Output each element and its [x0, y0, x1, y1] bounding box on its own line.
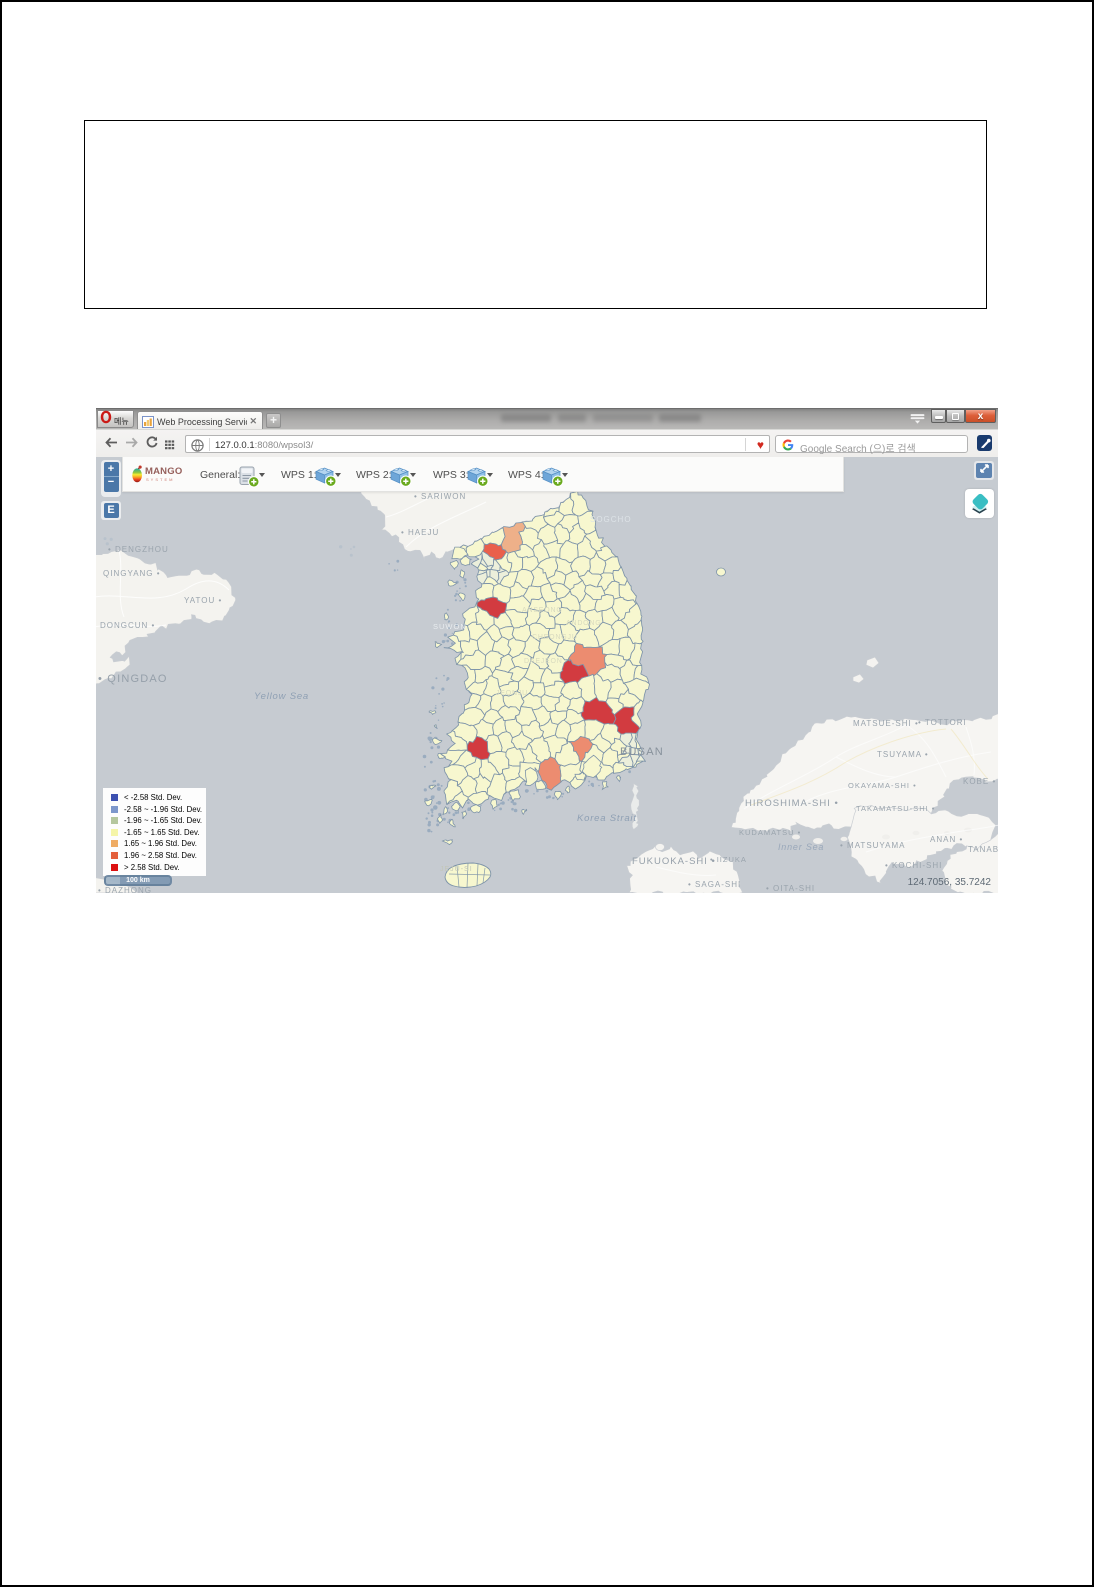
svg-text:JEONJU: JEONJU: [496, 690, 528, 697]
svg-text:TAKAMATSU-SHI •: TAKAMATSU-SHI •: [856, 804, 935, 813]
svg-text:TANABE •: TANABE •: [968, 845, 998, 854]
svg-text:• TOTTORI: • TOTTORI: [918, 718, 967, 727]
svg-text:Yellow Sea: Yellow Sea: [254, 691, 309, 702]
svg-text:CHEONGJU: CHEONGJU: [532, 634, 578, 641]
svg-text:• DENGZHOU: • DENGZHOU: [108, 545, 169, 554]
svg-text:KOBE •: KOBE •: [963, 777, 996, 786]
svg-text:QINGYANG •: QINGYANG •: [103, 569, 161, 578]
svg-text:• SARIWON: • SARIWON: [414, 492, 466, 501]
svg-text:BUSAN: BUSAN: [620, 746, 664, 758]
svg-text:DONGCUN •: DONGCUN •: [100, 621, 155, 630]
svg-text:• DAZHONG: • DAZHONG: [98, 886, 152, 893]
svg-text:TSUYAMA •: TSUYAMA •: [877, 750, 929, 759]
svg-text:DAEJEON: DAEJEON: [524, 658, 563, 665]
svg-text:SOGCHO: SOGCHO: [590, 515, 632, 524]
svg-text:JEJU-SI: JEJU-SI: [440, 866, 473, 873]
svg-text:Inner Sea: Inner Sea: [778, 842, 824, 852]
svg-text:SUWON: SUWON: [433, 622, 467, 631]
svg-text:OKAYAMA-SHI •: OKAYAMA-SHI •: [848, 781, 917, 790]
svg-text:Korea Strait: Korea Strait: [577, 813, 637, 824]
svg-text:YATOU •: YATOU •: [184, 596, 222, 605]
svg-text:HIROSHIMA-SHI •: HIROSHIMA-SHI •: [745, 798, 839, 809]
svg-text:• IIZUKA: • IIZUKA: [710, 855, 747, 864]
svg-text:KUDAMATSU •: KUDAMATSU •: [739, 828, 801, 837]
svg-text:FUKUOKA-SHI •: FUKUOKA-SHI •: [632, 856, 716, 867]
svg-text:ANAN •: ANAN •: [930, 835, 963, 844]
svg-text:ANDONG: ANDONG: [566, 620, 602, 627]
svg-text:• OITA-SHI: • OITA-SHI: [766, 884, 815, 893]
svg-text:• QINGDAO: • QINGDAO: [98, 673, 168, 685]
svg-text:• SAGA-SHI: • SAGA-SHI: [688, 880, 741, 889]
svg-text:• KOCHI-SHI: • KOCHI-SHI: [885, 861, 942, 870]
svg-text:• MATSUYAMA: • MATSUYAMA: [840, 841, 906, 850]
svg-text:• HAEJU: • HAEJU: [401, 528, 439, 537]
svg-text:MATSUE-SHI •: MATSUE-SHI •: [853, 719, 919, 728]
svg-text:ANSEONG: ANSEONG: [522, 607, 563, 614]
